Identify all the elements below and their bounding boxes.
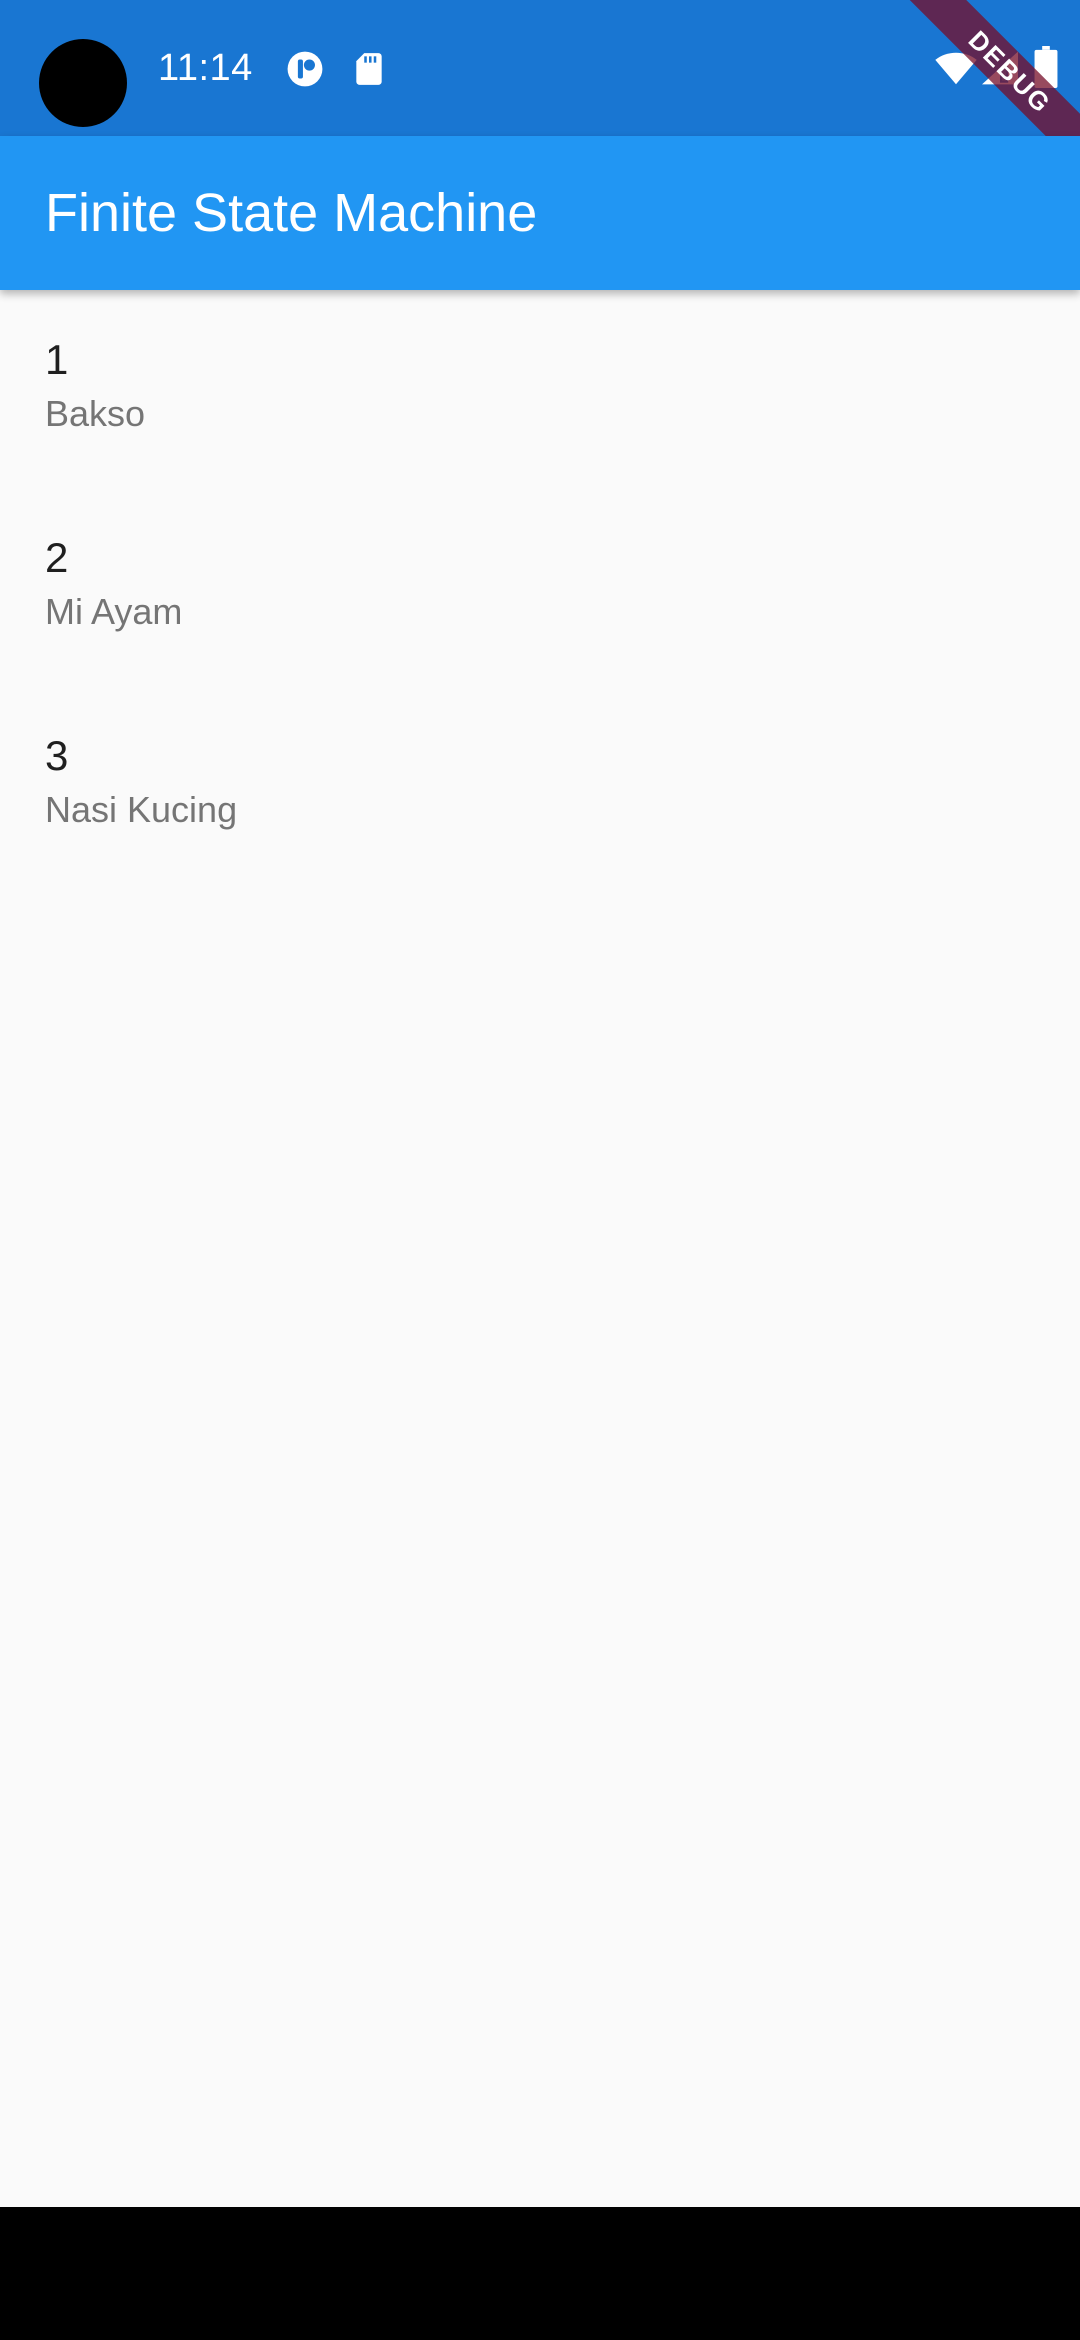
list-item[interactable]: 2 Mi Ayam [0,488,1080,686]
list-item-subtitle: Nasi Kucing [45,789,238,830]
status-bar: 11:14 [0,0,1080,136]
list-item-subtitle: Mi Ayam [45,591,183,632]
wifi-icon [934,50,978,86]
page-title: Finite State Machine [45,183,538,243]
list-item[interactable]: 1 Bakso [0,290,1080,488]
list-item-title: 3 [45,732,69,779]
app-screen: 11:14 DEBUG Finite State Machine 1 Bakso… [0,0,1080,2340]
app-bar: Finite State Machine [0,136,1080,290]
camera-cutout [39,39,127,127]
battery-icon [1034,46,1058,88]
item-list: 1 Bakso 2 Mi Ayam 3 Nasi Kucing [0,290,1080,884]
sd-card-icon [350,50,388,88]
list-item-title: 1 [45,336,69,383]
list-item[interactable]: 3 Nasi Kucing [0,686,1080,884]
list-item-subtitle: Bakso [45,393,146,434]
app-notification-icon [286,50,324,88]
signal-icon [980,50,1020,86]
navigation-bar [0,2207,1080,2340]
list-item-title: 2 [45,534,69,581]
status-time: 11:14 [158,47,253,89]
